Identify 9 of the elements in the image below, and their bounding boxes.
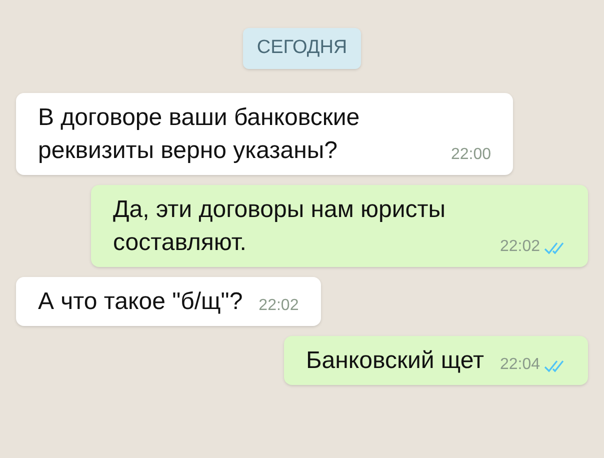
message-time: 22:02: [258, 296, 299, 316]
message-time: 22:04: [500, 354, 540, 374]
message-time: 22:02: [500, 236, 540, 256]
message-text: Да, эти договоры нам юристы составляют.: [113, 194, 447, 258]
message-time: 22:00: [450, 144, 491, 164]
date-chip: СЕГОДНЯ: [242, 28, 362, 68]
message-text: А что такое "б/щ"?: [38, 286, 243, 316]
message-text: Банковский щет: [306, 346, 484, 376]
message-text: В договоре ваши банковские реквизиты верно указаны?: [38, 102, 361, 166]
